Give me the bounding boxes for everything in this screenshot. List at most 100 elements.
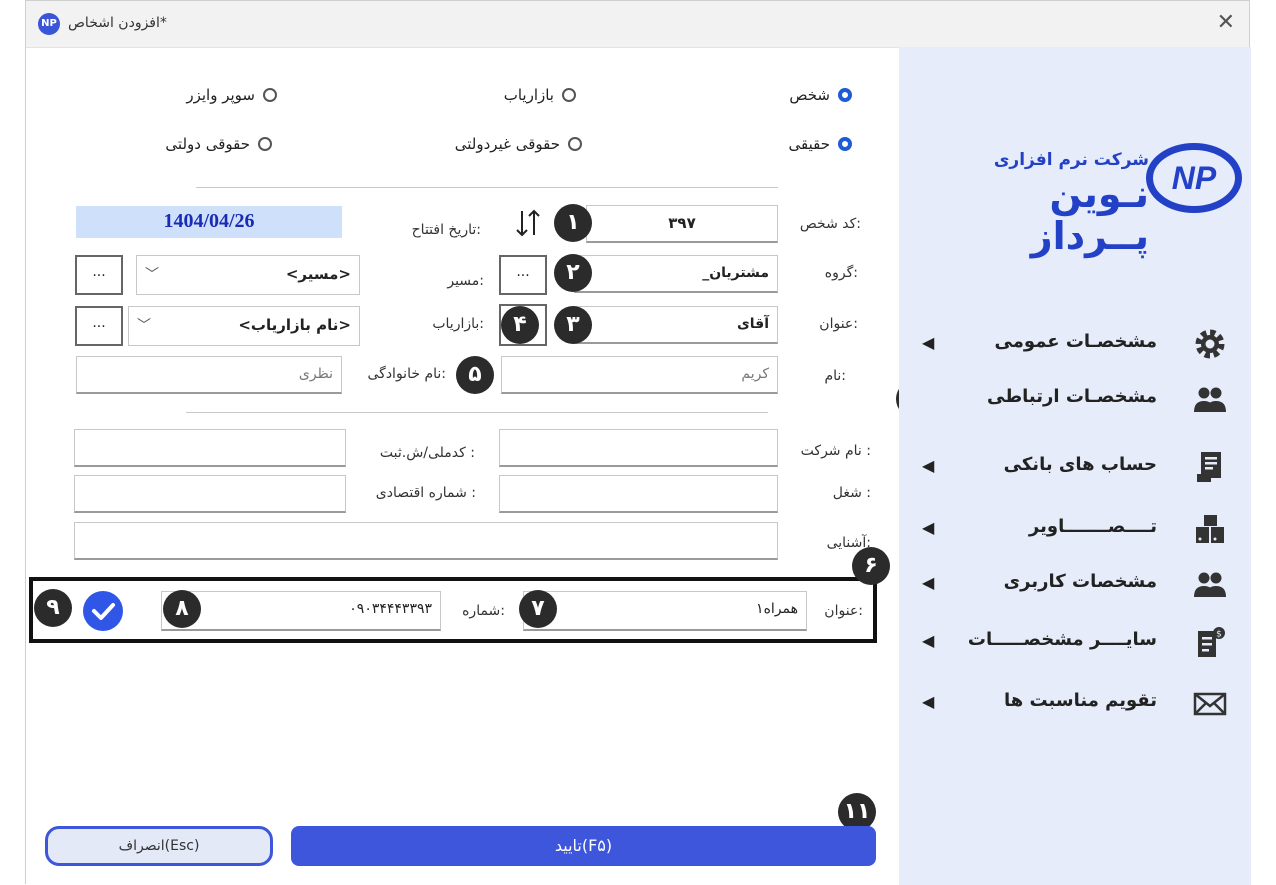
cancel-button[interactable]: انصراف(Esc) — [45, 826, 273, 866]
radio-supervisor[interactable]: سوپر وایزر — [146, 85, 277, 109]
radio-label: حقوقی غیردولتی — [454, 135, 560, 153]
company-field[interactable] — [499, 429, 778, 467]
marketer-route-more-button[interactable]: ... — [75, 306, 123, 346]
contact-number-field[interactable]: ۰۹۰۳۴۴۴۳۳۹۳ — [161, 591, 441, 631]
radio-indicator — [568, 137, 582, 151]
badge-3: ۳ — [554, 306, 592, 344]
marketer-select[interactable]: <نام بازاریاب> ﹀ — [128, 306, 360, 346]
invoice-icon: $ — [1193, 625, 1227, 659]
users-icon — [1193, 382, 1227, 416]
sidebar-item-label: سایــــر مشخصـــــات — [967, 629, 1157, 650]
divider — [196, 187, 778, 188]
badge-5: ۵ — [456, 356, 494, 394]
radio-indicator — [838, 137, 852, 151]
radio-indicator — [562, 88, 576, 102]
brand-name: نـوین پــرداز — [1030, 172, 1149, 258]
sidebar-item-bank-accounts[interactable]: ◀ حساب های بانکی — [917, 442, 1247, 492]
app-logo-icon: NP — [38, 13, 60, 35]
sidebar-item-label: تقویم مناسبت ها — [1004, 690, 1157, 711]
refresh-icon[interactable] — [510, 205, 546, 241]
economic-code-field[interactable] — [74, 475, 346, 513]
route-more-button[interactable]: ... — [75, 255, 123, 295]
chevron-down-icon: ﹀ — [137, 318, 151, 334]
open-date-field[interactable]: 1404/04/26 — [76, 206, 342, 238]
images-icon — [1193, 512, 1227, 546]
radio-label: حقیقی — [788, 135, 830, 153]
job-label: شغل : — [832, 485, 871, 501]
caret-left-icon: ◀ — [922, 631, 935, 650]
badge-9: ۹ — [34, 589, 72, 627]
group-field[interactable]: _مشتریان — [574, 255, 778, 293]
group-more-button[interactable]: ... — [499, 255, 547, 295]
badge-4: ۴ — [501, 306, 539, 344]
brand-subtitle: شرکت نرم افزاری — [993, 150, 1149, 170]
brand-logo: NP — [1146, 143, 1242, 213]
marketer-select-value: <نام بازاریاب> — [238, 316, 351, 334]
contact-number-label: شماره: — [462, 603, 505, 619]
title-label: عنوان: — [819, 316, 858, 332]
radio-marketer[interactable]: بازاریاب — [446, 85, 576, 109]
divider — [186, 412, 768, 413]
sidebar-item-label: مشخصـات عمومی — [994, 331, 1157, 352]
sidebar-item-contact[interactable]: مشخصـات ارتباطی — [917, 374, 1247, 424]
radio-label: سوپر وایزر — [186, 86, 255, 104]
caret-left-icon: ◀ — [922, 333, 935, 352]
add-person-window: NP افزودن اشخاص* ✕ شخص بازاریاب سوپر وای… — [25, 0, 1251, 885]
sidebar-item-user-settings[interactable]: ◀ مشخصات کاربری — [917, 559, 1247, 609]
caret-left-icon: ◀ — [922, 573, 935, 592]
document-icon — [1193, 450, 1227, 484]
radio-indicator — [263, 88, 277, 102]
radio-label: حقوقی دولتی — [165, 135, 250, 153]
mail-icon — [1193, 686, 1227, 720]
badge-8: ۸ — [163, 590, 201, 628]
caret-left-icon: ◀ — [922, 456, 935, 475]
person-code-label: کد شخص: — [799, 216, 861, 232]
sidebar: NP شرکت نرم افزاری نـوین پــرداز ◀ مشخصـ… — [899, 47, 1251, 885]
badge-2: ۲ — [554, 254, 592, 292]
caret-left-icon: ◀ — [922, 692, 935, 711]
route-select-value: <مسیر> — [285, 265, 351, 283]
radio-indicator — [258, 137, 272, 151]
family-label: نام خانوادگی: — [367, 366, 446, 382]
sidebar-item-label: مشخصات کاربری — [1003, 571, 1157, 592]
name-label: نام: — [824, 368, 846, 384]
badge-6: ۶ — [852, 547, 890, 585]
badge-7: ۷ — [519, 590, 557, 628]
national-id-field[interactable] — [74, 429, 346, 467]
familiarity-field[interactable] — [74, 522, 778, 560]
radio-indicator — [838, 88, 852, 102]
sidebar-item-label: مشخصـات ارتباطی — [987, 386, 1157, 407]
marketer-label: بازاریاب: — [432, 316, 484, 332]
radio-private-legal[interactable]: حقوقی غیردولتی — [406, 134, 582, 158]
radio-natural[interactable]: حقیقی — [726, 134, 852, 158]
company-label: نام شرکت : — [800, 443, 871, 459]
sidebar-item-other[interactable]: ◀ سایــــر مشخصـــــات $ — [917, 617, 1247, 667]
name-field[interactable]: کریم — [501, 356, 778, 394]
radio-label: شخص — [789, 86, 830, 104]
route-label: مسیر: — [447, 273, 484, 289]
contact-title-field[interactable]: همراه۱ — [523, 591, 807, 631]
sidebar-item-calendar[interactable]: ◀ تقویم مناسبت ها — [917, 678, 1247, 728]
close-button[interactable]: ✕ — [1217, 11, 1235, 35]
person-code-field[interactable]: ۳۹۷ — [586, 205, 778, 243]
badge-1: ۱ — [554, 204, 592, 242]
family-field[interactable]: نظری — [76, 356, 342, 394]
radio-label: بازاریاب — [503, 86, 554, 104]
job-field[interactable] — [499, 475, 778, 513]
chevron-down-icon: ﹀ — [145, 267, 159, 283]
economic-code-label: شماره اقتصادی : — [375, 485, 476, 501]
svg-text:$: $ — [1216, 630, 1222, 640]
sidebar-item-images[interactable]: ◀ تــــصـــــــاویر — [917, 504, 1247, 554]
sidebar-item-general[interactable]: ◀ مشخصـات عمومی — [917, 319, 1247, 369]
sidebar-item-label: حساب های بانکی — [1003, 454, 1157, 475]
title-bar: NP افزودن اشخاص* ✕ — [26, 1, 1249, 48]
title-field[interactable]: آقای — [574, 306, 778, 344]
group-label: گروه: — [824, 265, 858, 281]
confirm-button[interactable]: تایید(F۵) — [291, 826, 876, 866]
radio-person[interactable]: شخص — [726, 85, 852, 109]
radio-government-legal[interactable]: حقوقی دولتی — [126, 134, 272, 158]
caret-left-icon: ◀ — [922, 518, 935, 537]
route-select[interactable]: <مسیر> ﹀ — [136, 255, 360, 295]
gear-icon — [1193, 327, 1227, 361]
check-icon[interactable] — [83, 591, 123, 631]
